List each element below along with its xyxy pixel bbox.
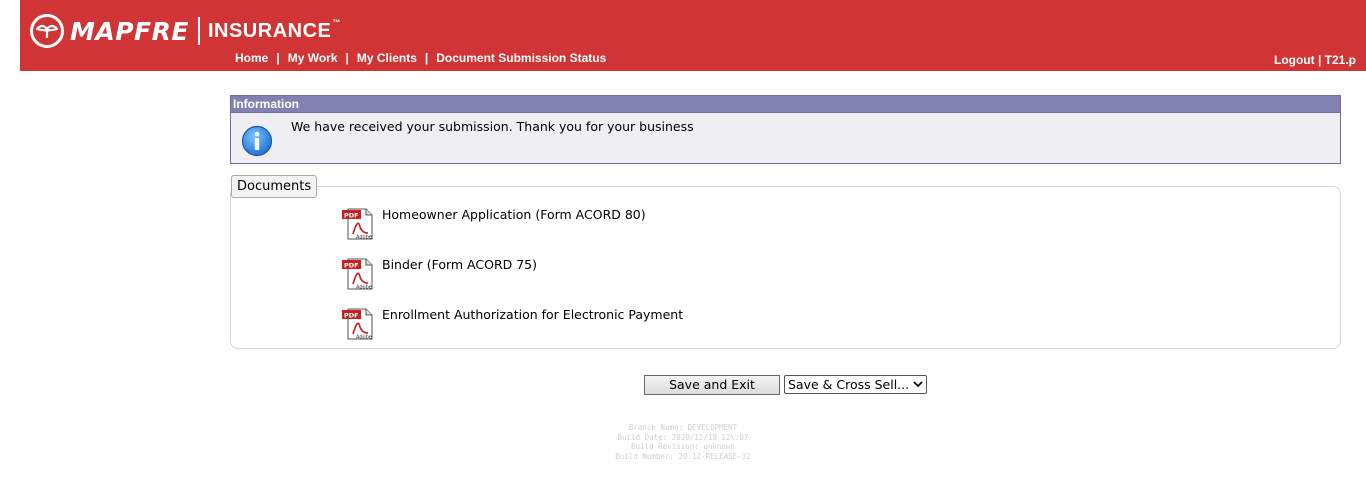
header-bar: MAPFRE INSURANCE™ Home | My Work | My Cl… <box>20 0 1366 71</box>
svg-text:Adobe: Adobe <box>356 235 372 241</box>
nav-home-link[interactable]: Home <box>235 51 268 65</box>
document-link-binder[interactable]: PDF Adobe Binder (Form ACORD 75) <box>342 257 537 291</box>
logo-divider <box>197 17 200 45</box>
pdf-icon: PDF Adobe <box>342 307 374 341</box>
save-and-exit-button[interactable]: Save and Exit <box>644 375 780 395</box>
nav-document-status-link[interactable]: Document Submission Status <box>436 51 606 65</box>
svg-text:PDF: PDF <box>344 212 359 220</box>
pdf-icon: PDF Adobe <box>342 207 374 241</box>
info-icon <box>241 125 273 157</box>
cross-sell-select[interactable]: Save & Cross Sell... <box>784 375 927 394</box>
main-nav: Home | My Work | My Clients | Document S… <box>235 51 606 65</box>
build-branch: Branch Name: DEVELOPMENT <box>628 423 738 432</box>
information-panel: Information We have received your submis… <box>230 95 1341 164</box>
brand-name: MAPFRE <box>70 16 189 46</box>
svg-text:Adobe: Adobe <box>356 335 372 341</box>
svg-text:Adobe: Adobe <box>356 285 372 291</box>
product-name: INSURANCE™ <box>207 17 341 42</box>
logout-link[interactable]: Logout | T21.p <box>1274 53 1356 67</box>
build-number: Build Number: 20.12-RELEASE-32 <box>615 451 751 461</box>
document-label: Binder (Form ACORD 75) <box>382 257 538 272</box>
document-label: Homeowner Application (Form ACORD 80) <box>382 207 646 222</box>
pdf-icon: PDF Adobe <box>342 257 374 291</box>
build-date: Build Date: 2020/12/10 12\:07 <box>617 432 749 442</box>
mapfre-emblem-icon <box>30 14 64 48</box>
document-link-homeowner-application[interactable]: PDF Adobe Homeowner Application (Form AC… <box>342 207 646 241</box>
nav-separator: | <box>276 51 280 65</box>
mapfre-logo: MAPFRE INSURANCE™ <box>30 14 341 48</box>
logout-user: Logout | T21.p <box>1274 53 1356 67</box>
document-link-enrollment-authorization[interactable]: PDF Adobe Enrollment Authorization for E… <box>342 307 683 341</box>
build-revision: Build Revision: unknown <box>631 442 735 451</box>
svg-text:PDF: PDF <box>344 312 359 320</box>
cross-sell-selected-value: Save & Cross Sell... <box>788 377 910 392</box>
document-label: Enrollment Authorization for Electronic … <box>382 307 684 322</box>
nav-separator: | <box>424 51 429 65</box>
information-title: Information <box>231 96 1340 113</box>
nav-my-work-link[interactable]: My Work <box>288 51 338 65</box>
information-message: We have received your submission. Thank … <box>291 119 694 134</box>
chevron-down-icon <box>913 376 923 399</box>
nav-separator: | <box>345 51 349 65</box>
documents-legend: Documents <box>231 175 318 198</box>
build-info: Branch Name: DEVELOPMENT Build Date: 202… <box>583 423 783 461</box>
nav-my-clients-link[interactable]: My Clients <box>357 51 417 65</box>
svg-text:PDF: PDF <box>344 262 359 270</box>
